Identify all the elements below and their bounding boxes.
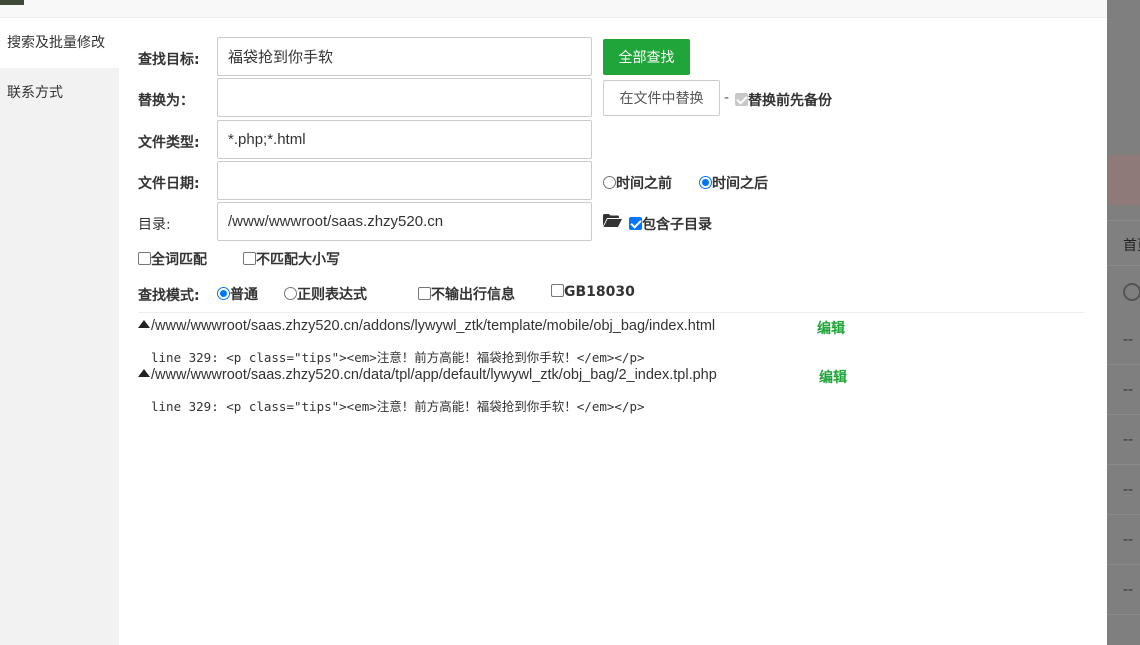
mode-normal-label: 普通 <box>230 287 258 303</box>
time-after-radio[interactable] <box>699 176 712 189</box>
no-line-output-label: 不输出行信息 <box>431 287 515 303</box>
background-row: -- <box>1107 416 1140 465</box>
background-row: -- <box>1107 366 1140 415</box>
result-file-path[interactable]: /www/wwwroot/saas.zhzy520.cn/data/tpl/ap… <box>138 367 717 383</box>
background-page: 首页 -- -- -- -- -- -- <box>1107 0 1140 645</box>
background-search-icon <box>1123 283 1140 301</box>
result-edit-link[interactable]: 编辑 <box>819 367 847 387</box>
result-path-text: /www/wwwroot/saas.zhzy520.cn/data/tpl/ap… <box>151 367 717 383</box>
backup-before-replace-option[interactable]: 替换前先备份 <box>735 90 832 110</box>
search-mode-label: 查找模式: <box>138 288 200 304</box>
backup-checkbox[interactable] <box>735 93 748 106</box>
file-type-input[interactable] <box>217 120 592 159</box>
include-subdirs-option[interactable]: 包含子目录 <box>629 214 712 234</box>
main-content: 查找目标: 全部查找 替换为： 在文件中替换 - 替换前先备份 文件类型: 文件… <box>119 18 1107 645</box>
separator-dash: - <box>724 90 730 106</box>
result-line-text: line 329: <p class="tips"><em>注意！前方高能！福袋… <box>151 350 645 365</box>
gb18030-option[interactable]: GB18030 <box>551 284 635 300</box>
collapse-triangle-icon[interactable] <box>138 369 150 377</box>
sidebar: 搜索及批量修改 联系方式 <box>0 18 119 645</box>
background-row: -- <box>1107 566 1140 615</box>
time-after-label: 时间之后 <box>712 176 768 192</box>
search-target-label: 查找目标: <box>138 52 200 68</box>
include-subdirs-checkbox[interactable] <box>629 217 642 230</box>
result-line-text: line 329: <p class="tips"><em>注意！前方高能！福袋… <box>151 399 645 414</box>
time-before-label: 时间之前 <box>616 176 672 192</box>
background-cell: -- <box>1123 482 1134 498</box>
time-after-option[interactable]: 时间之后 <box>699 173 768 193</box>
time-before-option[interactable]: 时间之前 <box>603 173 672 193</box>
backup-label: 替换前先备份 <box>748 93 832 109</box>
collapse-triangle-icon[interactable] <box>138 320 150 328</box>
background-banner <box>1107 155 1140 205</box>
background-row: -- <box>1107 316 1140 365</box>
mode-normal-radio[interactable] <box>217 287 230 300</box>
result-path-text: /www/wwwroot/saas.zhzy520.cn/addons/lywy… <box>151 318 716 334</box>
modal-title-bar <box>0 0 1107 18</box>
background-row: -- <box>1107 516 1140 565</box>
sidebar-item-search-replace[interactable]: 搜索及批量修改 <box>0 18 119 68</box>
directory-label: 目录: <box>138 217 171 233</box>
no-line-output-checkbox[interactable] <box>418 287 431 300</box>
whole-word-option[interactable]: 全词匹配 <box>138 249 207 269</box>
search-target-input[interactable] <box>217 37 592 76</box>
file-date-input[interactable] <box>217 161 592 200</box>
directory-input[interactable] <box>217 202 592 241</box>
include-subdirs-label: 包含子目录 <box>642 217 712 233</box>
result-file-path[interactable]: /www/wwwroot/saas.zhzy520.cn/addons/lywy… <box>138 318 715 334</box>
replace-with-label: 替换为： <box>138 93 194 109</box>
find-all-button[interactable]: 全部查找 <box>603 39 690 75</box>
background-cell: -- <box>1123 332 1134 348</box>
sidebar-item-contact[interactable]: 联系方式 <box>0 68 119 118</box>
mode-regex-label: 正则表达式 <box>297 287 367 303</box>
replace-with-input[interactable] <box>217 78 592 117</box>
search-replace-modal: 搜索及批量修改 联系方式 查找目标: 全部查找 替换为： 在文件中替换 - 替换… <box>0 0 1107 645</box>
mode-regex-option[interactable]: 正则表达式 <box>284 284 367 304</box>
modal-thumbnail <box>0 0 24 5</box>
background-header-text: 首页 <box>1123 238 1140 254</box>
result-edit-link[interactable]: 编辑 <box>817 318 845 338</box>
results-divider <box>138 312 1084 313</box>
folder-open-icon[interactable] <box>603 214 622 227</box>
ignore-case-option[interactable]: 不匹配大小写 <box>243 249 340 269</box>
file-date-label: 文件日期: <box>138 176 200 192</box>
whole-word-checkbox[interactable] <box>138 252 151 265</box>
background-cell: -- <box>1123 382 1134 398</box>
mode-normal-option[interactable]: 普通 <box>217 284 258 304</box>
ignore-case-checkbox[interactable] <box>243 252 256 265</box>
background-cell: -- <box>1123 432 1134 448</box>
replace-in-file-button[interactable]: 在文件中替换 <box>603 80 720 116</box>
ignore-case-label: 不匹配大小写 <box>256 252 340 268</box>
background-cell: -- <box>1123 532 1134 548</box>
file-type-label: 文件类型: <box>138 135 200 151</box>
gb18030-label: GB18030 <box>564 284 635 300</box>
mode-regex-radio[interactable] <box>284 287 297 300</box>
time-before-radio[interactable] <box>603 176 616 189</box>
gb18030-checkbox[interactable] <box>551 284 564 297</box>
background-row: -- <box>1107 466 1140 515</box>
no-line-output-option[interactable]: 不输出行信息 <box>418 284 515 304</box>
background-cell: -- <box>1123 582 1134 598</box>
background-table-header: 首页 <box>1107 220 1140 266</box>
whole-word-label: 全词匹配 <box>151 252 207 268</box>
